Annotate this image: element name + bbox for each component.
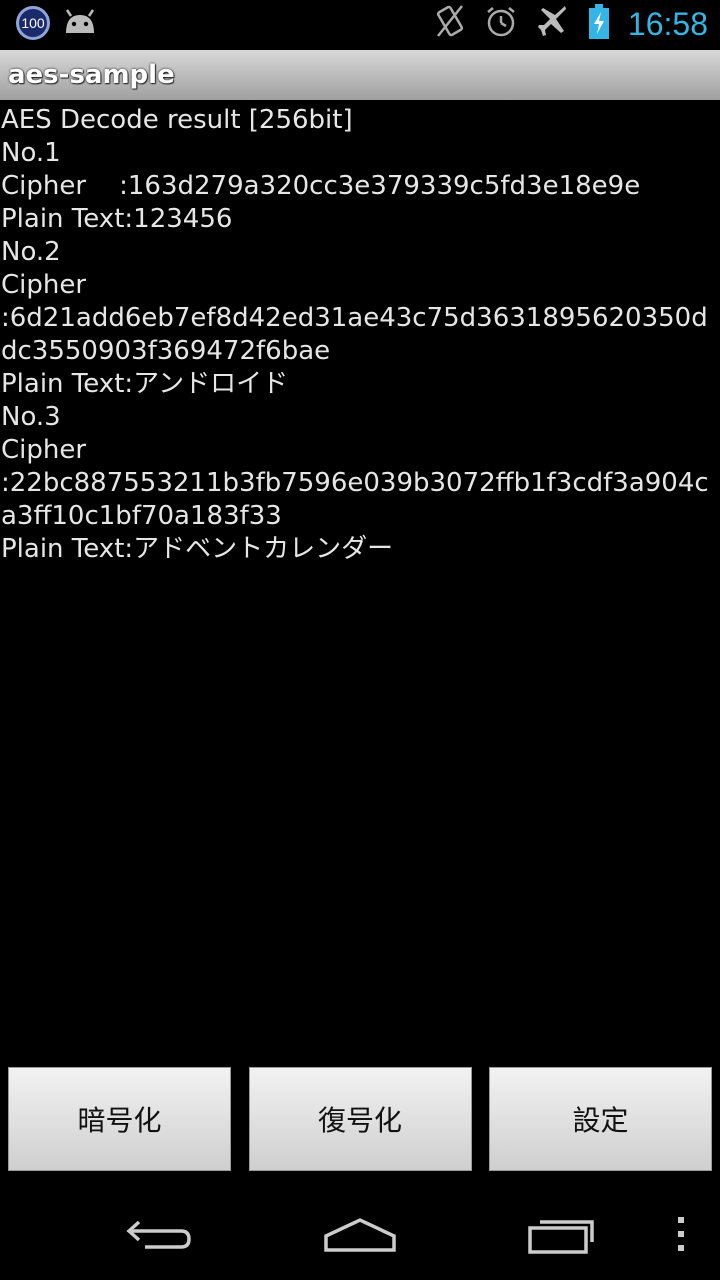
status-bar: 100 16:58 (0, 0, 720, 50)
entry-number: No.1 (1, 138, 61, 168)
encrypt-button[interactable]: 暗号化 (8, 1067, 231, 1171)
cipher-value: :6d21add6eb7ef8d42ed31ae43c75d3631895620… (1, 303, 708, 366)
menu-icon (678, 1217, 684, 1251)
notification-count: 100 (21, 15, 45, 31)
recent-apps-button[interactable] (517, 1204, 607, 1264)
entry-number: No.3 (1, 402, 61, 432)
plain-text: Plain Text:アンドロイド (1, 369, 289, 399)
back-icon (126, 1220, 191, 1249)
recent-apps-icon (528, 1220, 594, 1254)
back-button[interactable] (115, 1204, 205, 1264)
badge-100-icon: 100 (16, 6, 50, 40)
result-entry-2: No.2 Cipher :6d21add6eb7ef8d42ed31ae43c7… (1, 236, 720, 401)
settings-button[interactable]: 設定 (489, 1067, 712, 1171)
status-right: 16:58 (434, 4, 708, 44)
app-title: aes-sample (8, 60, 175, 90)
menu-button[interactable] (636, 1204, 720, 1264)
airplane-icon (536, 5, 570, 43)
cipher-line: Cipher :163d279a320cc3e379339c5fd3e18e9e (1, 171, 641, 201)
clock: 16:58 (627, 5, 708, 42)
home-icon (324, 1218, 396, 1252)
status-left: 100 (16, 6, 98, 40)
vibrate-icon (434, 4, 466, 44)
decode-result: AES Decode result [256bit] No.1 Cipher :… (1, 104, 720, 566)
battery-charging-icon (588, 4, 610, 44)
cipher-label: Cipher (1, 270, 87, 300)
result-header: AES Decode result [256bit] (1, 105, 353, 135)
android-icon (62, 7, 98, 39)
plain-text: Plain Text:アドベントカレンダー (1, 534, 394, 564)
plain-text: Plain Text:123456 (1, 204, 233, 234)
result-entry-1: No.1 Cipher :163d279a320cc3e379339c5fd3e… (1, 137, 720, 236)
alarm-icon (484, 5, 518, 43)
app-title-bar: aes-sample (0, 50, 720, 100)
cipher-value: :22bc887553211b3fb7596e039b3072ffb1f3cdf… (1, 468, 709, 531)
action-buttons: 暗号化 復号化 設定 (8, 1067, 712, 1171)
decrypt-button[interactable]: 復号化 (248, 1067, 472, 1171)
result-entry-3: No.3 Cipher :22bc887553211b3fb7596e039b3… (1, 401, 720, 566)
navigation-bar (0, 1190, 720, 1280)
home-button[interactable] (315, 1204, 405, 1264)
entry-number: No.2 (1, 237, 61, 267)
cipher-label: Cipher (1, 435, 87, 465)
